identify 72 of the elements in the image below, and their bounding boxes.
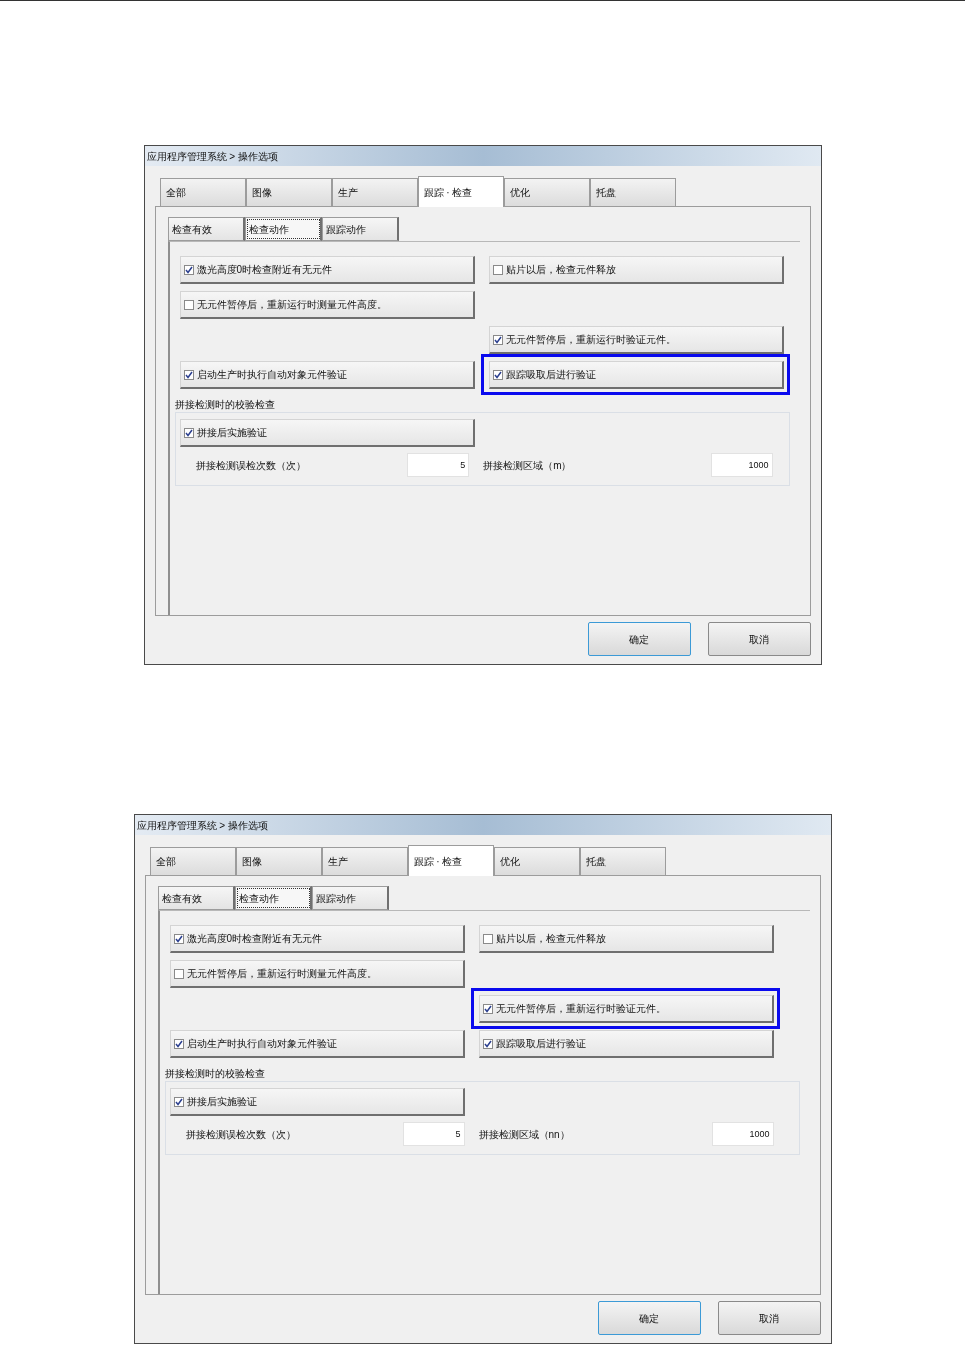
- number-field[interactable]: 5: [407, 453, 470, 477]
- checkbox[interactable]: [183, 427, 194, 438]
- tab[interactable]: 全部: [149, 847, 236, 875]
- checkbox[interactable]: [482, 1038, 493, 1049]
- field-label: 拼接检测误检次数（次）: [195, 458, 306, 473]
- window-title: 应用程序管理系统 > 操作选项: [134, 815, 831, 835]
- dialog-button[interactable]: 取消: [707, 622, 811, 656]
- tab[interactable]: 图像: [245, 178, 332, 206]
- number-field[interactable]: 5: [402, 1122, 465, 1146]
- group-title: 拼接检测时的校验检查: [174, 398, 276, 412]
- checkbox-option[interactable]: 拼接后实施验证: [179, 419, 475, 447]
- group-title: 拼接检测时的校验检查: [164, 1067, 266, 1081]
- checkbox-option[interactable]: 拼接后实施验证: [169, 1088, 465, 1116]
- subtab[interactable]: 检查有效: [157, 886, 235, 910]
- field-label: 拼接检测误检次数（次）: [185, 1127, 296, 1142]
- subtab[interactable]: 检查动作: [234, 886, 312, 910]
- check-icon: [184, 428, 193, 437]
- checkbox[interactable]: [183, 299, 194, 310]
- tab[interactable]: 跟踪 · 检查: [407, 845, 494, 876]
- subtab[interactable]: 跟踪动作: [321, 217, 399, 241]
- tab[interactable]: 优化: [493, 847, 580, 875]
- tab[interactable]: 托盘: [589, 178, 676, 206]
- dialog-button[interactable]: 确定: [597, 1301, 701, 1335]
- subtab[interactable]: 检查有效: [167, 217, 245, 241]
- checkbox-option[interactable]: 启动生产时执行自动对象元件验证: [179, 361, 475, 389]
- checkbox[interactable]: [492, 334, 503, 345]
- checkbox[interactable]: [482, 933, 493, 944]
- checkbox-option[interactable]: 无元件暂停后，重新运行时验证元件。: [478, 995, 774, 1023]
- tab[interactable]: 全部: [159, 178, 246, 206]
- tab[interactable]: 图像: [235, 847, 322, 875]
- tab[interactable]: 生产: [331, 178, 418, 206]
- checkbox[interactable]: [173, 968, 184, 979]
- checkbox-option[interactable]: 无元件暂停后，重新运行时测量元件高度。: [179, 291, 475, 319]
- number-field[interactable]: 1000: [711, 1122, 774, 1146]
- subtab[interactable]: 检查动作: [244, 217, 322, 241]
- number-field[interactable]: 1000: [710, 453, 773, 477]
- checkbox[interactable]: [183, 264, 194, 275]
- checkbox-option[interactable]: 跟踪吸取后进行验证: [488, 361, 784, 389]
- checkbox[interactable]: [492, 369, 503, 380]
- check-icon: [493, 335, 502, 344]
- checkbox[interactable]: [492, 264, 503, 275]
- field-label: 拼接检测区域（nn）: [478, 1127, 570, 1142]
- tab[interactable]: 跟踪 · 检查: [417, 176, 504, 207]
- check-icon: [174, 934, 183, 943]
- checkbox[interactable]: [173, 1038, 184, 1049]
- checkbox-option[interactable]: 激光高度0时检查附近有无元件: [169, 925, 465, 953]
- check-icon: [493, 370, 502, 379]
- checkbox-option[interactable]: 贴片以后，检查元件释放: [478, 925, 774, 953]
- tab[interactable]: 优化: [503, 178, 590, 206]
- check-icon: [184, 265, 193, 274]
- checkbox-option[interactable]: 无元件暂停后，重新运行时验证元件。: [488, 326, 784, 354]
- checkbox-option[interactable]: 跟踪吸取后进行验证: [478, 1030, 774, 1058]
- tab[interactable]: 托盘: [579, 847, 666, 875]
- checkbox[interactable]: [482, 1003, 493, 1014]
- check-icon: [184, 370, 193, 379]
- checkbox[interactable]: [173, 1096, 184, 1107]
- window-title: 应用程序管理系统 > 操作选项: [144, 146, 821, 166]
- check-icon: [174, 1039, 183, 1048]
- subtab[interactable]: 跟踪动作: [311, 886, 389, 910]
- check-icon: [483, 1004, 492, 1013]
- dialog-button[interactable]: 确定: [587, 622, 691, 656]
- tab[interactable]: 生产: [321, 847, 408, 875]
- checkbox-option[interactable]: 贴片以后，检查元件释放: [488, 256, 784, 284]
- checkbox-option[interactable]: 无元件暂停后，重新运行时测量元件高度。: [169, 960, 465, 988]
- field-label: 拼接检测区域（m）: [483, 458, 572, 473]
- checkbox-option[interactable]: 激光高度0时检查附近有无元件: [179, 256, 475, 284]
- check-icon: [483, 1039, 492, 1048]
- check-icon: [174, 1097, 183, 1106]
- checkbox-option[interactable]: 启动生产时执行自动对象元件验证: [169, 1030, 465, 1058]
- checkbox[interactable]: [183, 369, 194, 380]
- checkbox[interactable]: [173, 933, 184, 944]
- dialog-button[interactable]: 取消: [717, 1301, 821, 1335]
